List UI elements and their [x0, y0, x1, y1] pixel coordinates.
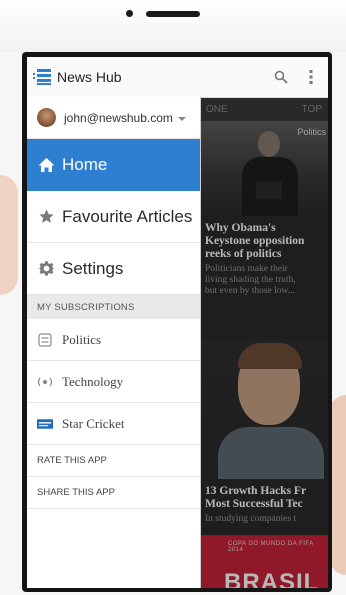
app-title: News Hub [57, 69, 122, 85]
account-switcher[interactable]: john@newshub.com [27, 97, 200, 139]
drawer-item-label: Settings [62, 258, 124, 278]
subscription-star-cricket[interactable]: Star Cricket [27, 403, 200, 445]
subscriptions-header: MY SUBSCRIPTIONS [27, 295, 200, 319]
front-camera [126, 10, 133, 17]
phone-frame: ONE TOP Politics Why Obama's Keystone op… [0, 0, 346, 595]
drawer-item-settings[interactable]: Settings [27, 243, 200, 295]
subscription-label: Star Cricket [62, 415, 125, 431]
technology-icon [37, 374, 53, 390]
avatar [37, 108, 56, 127]
star-cricket-logo-icon [37, 416, 53, 432]
phone-top-bezel [0, 0, 346, 52]
navigation-drawer: john@newshub.com Home Favourite Articles… [27, 97, 201, 588]
drawer-item-favourites[interactable]: Favourite Articles [27, 191, 200, 243]
chevron-down-icon [177, 109, 186, 127]
subscription-label: Technology [62, 373, 124, 389]
menu-list-icon[interactable] [33, 67, 53, 87]
subscription-label: Politics [62, 331, 102, 347]
star-icon [37, 208, 55, 226]
drawer-item-label: Favourite Articles [62, 206, 193, 226]
gear-icon [37, 260, 55, 278]
subscription-technology[interactable]: Technology [27, 361, 200, 403]
search-icon[interactable] [268, 64, 294, 90]
account-email: john@newshub.com [64, 110, 173, 125]
rate-app-link[interactable]: RATE THIS APP [27, 445, 200, 477]
earpiece-speaker [146, 11, 200, 17]
home-icon [37, 156, 55, 174]
overflow-menu-icon[interactable] [298, 64, 324, 90]
drawer-scrim[interactable] [200, 97, 328, 588]
share-app-link[interactable]: SHARE THIS APP [27, 477, 200, 509]
screen: ONE TOP Politics Why Obama's Keystone op… [27, 57, 328, 588]
drawer-item-home[interactable]: Home [27, 139, 200, 191]
action-bar: News Hub [27, 57, 328, 98]
hand-left [0, 175, 18, 295]
politics-icon [37, 332, 53, 348]
drawer-item-label: Home [62, 154, 108, 174]
subscription-politics[interactable]: Politics [27, 319, 200, 361]
hand-right [330, 395, 346, 575]
